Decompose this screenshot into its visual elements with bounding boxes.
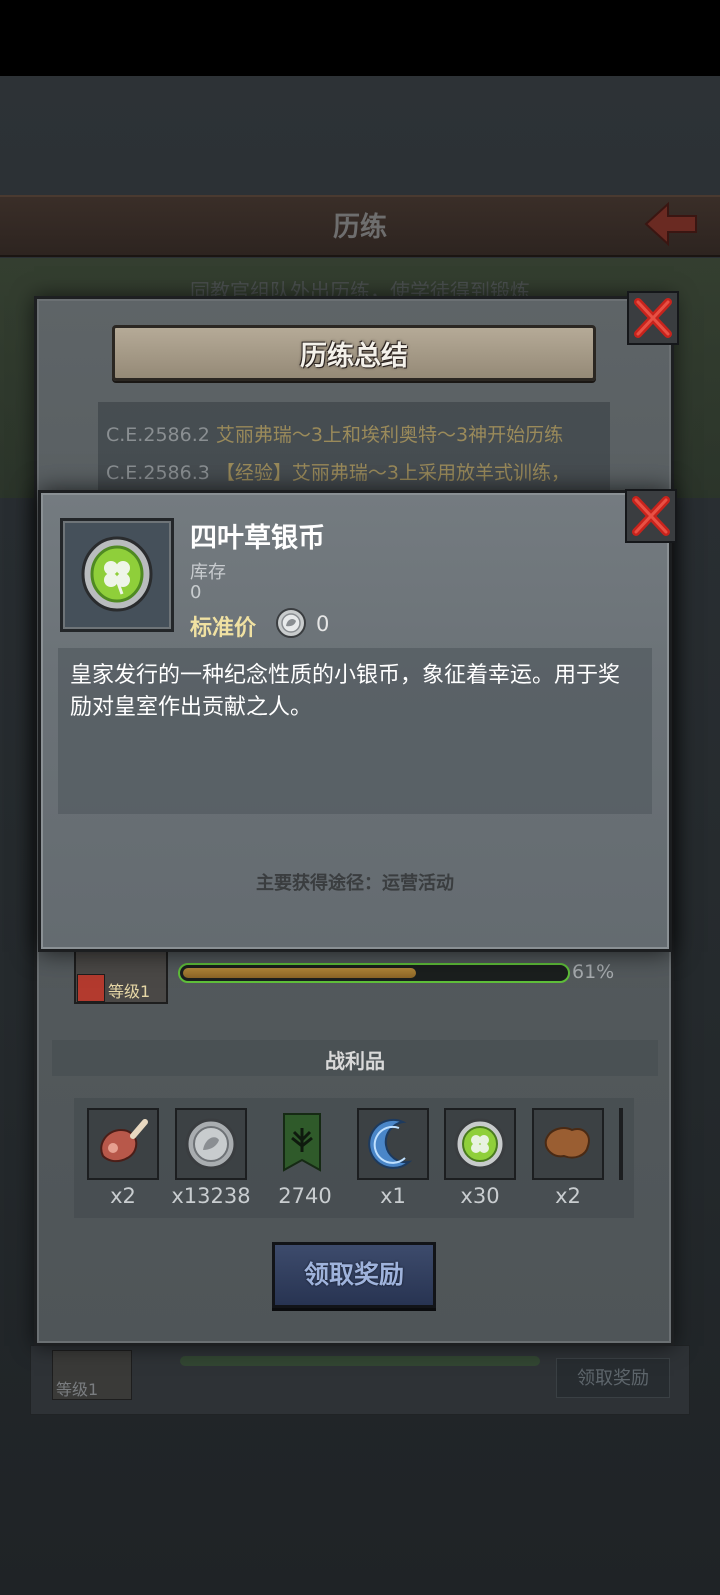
- loot-slot[interactable]: [357, 1108, 429, 1180]
- log-entry: C.E.2586.3 【经验】艾丽弗瑞～3上采用放羊式训练，: [106, 458, 570, 485]
- leather-icon: [544, 1127, 590, 1159]
- loot-scroll-edge: [619, 1108, 623, 1180]
- price-label: 标准价: [190, 616, 257, 641]
- log-entry: C.E.2586.2 艾丽弗瑞～3上和埃利奥特～3神开始历练: [106, 420, 563, 447]
- loot-title: 战利品: [325, 1049, 385, 1073]
- item-close-icon[interactable]: [624, 488, 678, 544]
- clover-coin-icon: [454, 1118, 506, 1170]
- experience-percent: 61%: [572, 961, 615, 983]
- status-bar: [0, 0, 720, 76]
- loot-slot[interactable]: [175, 1108, 247, 1180]
- item-name: 四叶草银币: [190, 523, 325, 554]
- back-arrow-icon[interactable]: [642, 198, 702, 250]
- log-date: C.E.2586.3: [106, 462, 210, 484]
- summary-title: 历练总结: [300, 341, 408, 372]
- log-date: C.E.2586.2: [106, 424, 210, 446]
- loot-slot[interactable]: [87, 1108, 159, 1180]
- loot-slot[interactable]: [532, 1108, 604, 1180]
- trainee-level: 等级1: [108, 982, 151, 1001]
- silver-coin-icon: [276, 608, 306, 638]
- stock-value: 0: [190, 582, 202, 603]
- item-source: 主要获得途径：运营活动: [256, 873, 454, 894]
- crescent-moon-icon: [368, 1118, 413, 1169]
- loot-slot[interactable]: [266, 1108, 338, 1180]
- experience-bar-fill: [183, 968, 416, 978]
- clover-coin-icon: [81, 536, 153, 612]
- ham-icon: [100, 1119, 148, 1163]
- class-badge-icon: [77, 974, 105, 1002]
- loot-slot[interactable]: [444, 1108, 516, 1180]
- background-progress-bar: [180, 1356, 540, 1366]
- item-description: 皇家发行的一种纪念性质的小银币，象征着幸运。用于奖励对皇室作出贡献之人。: [70, 663, 621, 720]
- log-text: 艾丽弗瑞～3上和埃利奥特～3神开始历练: [215, 424, 564, 446]
- summary-close-icon[interactable]: [626, 290, 680, 346]
- background-level-label: 等级1: [56, 1380, 99, 1399]
- price-value: 0: [316, 612, 330, 636]
- background-claim-button: 领取奖励: [556, 1358, 670, 1398]
- claim-reward-button[interactable]: 领取奖励: [272, 1242, 436, 1308]
- tree-banner-icon: [283, 1113, 321, 1172]
- stock-label: 库存: [190, 562, 226, 583]
- log-text: 【经验】艾丽弗瑞～3上采用放羊式训练，: [215, 462, 570, 484]
- background-page-title: 历练: [333, 212, 387, 243]
- silver-coin-icon: [185, 1118, 237, 1170]
- loot-count: x2: [555, 1184, 581, 1208]
